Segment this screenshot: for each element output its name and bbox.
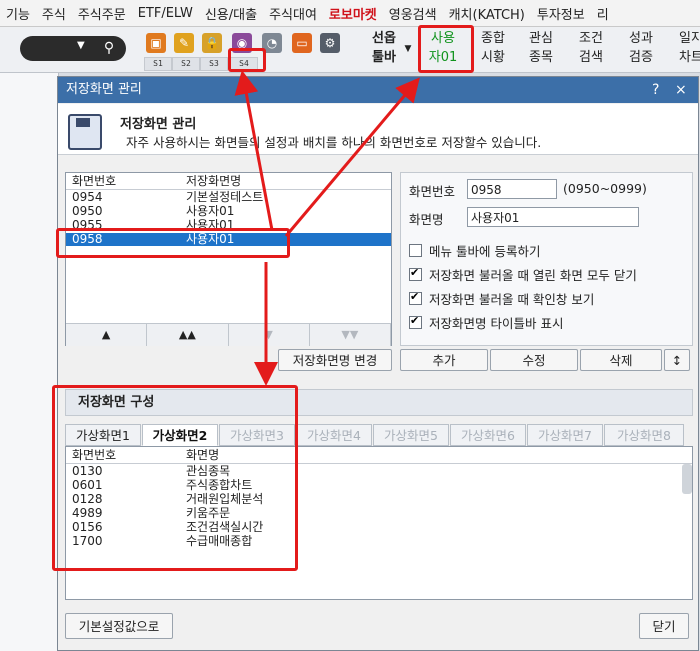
monitor-icon[interactable]: ▭ [292,33,312,53]
dialog-header: 저장화면 관리 자주 사용하시는 화면들의 설정과 배치를 하나의 화면번호로 … [58,104,698,155]
checkbox-checked[interactable] [409,290,422,305]
main-menu-bar: 기능 주식 주식주문 ETF/ELW 신용/대출 주식대여 로보마켓 영웅검색 … [0,0,700,27]
tab-virtual-8[interactable]: 가상화면8 [604,424,684,446]
edit-button[interactable]: 수정 [490,349,578,371]
tab-virtual-6[interactable]: 가상화면6 [450,424,526,446]
checkbox-show-title[interactable]: 저장화면명 타이틀바 표시 [409,313,563,332]
annotation-box-s4 [228,48,266,72]
reset-defaults-button[interactable]: 기본설정값으로 [65,613,173,639]
checkbox-checked[interactable] [409,266,422,281]
screen-name-label: 화면명 [409,212,444,227]
screen-no-label: 화면번호 [409,184,456,199]
brush-icon[interactable]: ✎ [174,33,194,53]
move-down-button[interactable]: ▼ [228,324,310,346]
background-window [0,73,59,651]
add-button[interactable]: 추가 [400,349,488,371]
menu-stock[interactable]: 주식 [36,4,72,23]
reorder-buttons: ▲ ▲▲ ▼ ▼▼ [66,323,391,346]
list-item[interactable]: 0950 사용자01 [66,205,391,218]
toolbar-button-futures[interactable]: 선옵 툴바 [366,29,402,69]
toolbar-button-performance[interactable]: 성과 검증 [622,29,660,69]
slot-s3[interactable]: S3 [200,57,228,71]
list-header: 화면번호 저장화면명 [66,173,391,190]
toolbar-button-watchlist[interactable]: 관심 종목 [522,29,560,69]
toolbar: ▼ ⚲ ▣ ✎ 🔒 ◉ ◔ ▭ ⚙ S1 S2 S3 S4 선옵 툴바 ▼ 사용… [0,27,700,73]
toolbar-button-journal-chart[interactable]: 일지 차트 [672,29,700,69]
screen-name-input[interactable]: 사용자01 [467,207,639,227]
checkbox-show-confirm[interactable]: 저장화면 불러올 때 확인창 보기 [409,289,594,308]
move-top-button[interactable]: ▲▲ [147,324,229,346]
save-icon[interactable]: ▣ [146,33,166,53]
menu-function[interactable]: 기능 [0,4,36,23]
close-button[interactable]: 닫기 [639,613,689,639]
scrollbar[interactable] [682,464,692,494]
checkbox-close-open-screens[interactable]: 저장화면 불러올 때 열린 화면 모두 닫기 [409,265,637,284]
stock-search-box[interactable]: ▼ ⚲ [20,36,126,61]
col-screen-name[interactable]: 저장화면명 [186,173,241,189]
menu-katch[interactable]: 캐치(KATCH) [443,4,531,23]
toolbar-button-market-summary[interactable]: 종합 시황 [474,29,512,69]
move-up-button[interactable]: ▲ [66,324,148,346]
lock-icon[interactable]: 🔒 [202,33,222,53]
tab-virtual-4[interactable]: 가상화면4 [296,424,372,446]
screen-settings-panel: 화면번호 0958 (0950~0999) 화면명 사용자01 메뉴 툴바에 등… [400,172,693,346]
search-icon[interactable]: ⚲ [98,39,120,58]
floppy-disk-icon [68,114,102,150]
header-title: 저장화면 관리 [120,117,197,132]
menu-robo-market[interactable]: 로보마켓 [323,4,383,23]
menu-stock-lending[interactable]: 주식대여 [263,4,323,23]
gear-icon[interactable]: ⚙ [320,33,340,53]
menu-hero-search[interactable]: 영웅검색 [383,4,443,23]
dialog-title: 저장화면 관리 [66,82,142,97]
menu-credit-loan[interactable]: 신용/대출 [199,4,263,23]
screen-no-input[interactable]: 0958 [467,179,557,199]
checkbox-checked[interactable] [409,314,422,329]
annotation-box-selected-row [56,228,290,258]
header-description: 자주 사용하시는 화면들의 설정과 배치를 하나의 화면번호로 저장할수 있습니… [126,135,542,150]
chevron-down-icon[interactable]: ▼ [402,29,414,69]
rename-button[interactable]: 저장화면명 변경 [278,349,392,371]
menu-stock-order[interactable]: 주식주문 [72,4,132,23]
saved-screen-list[interactable]: 화면번호 저장화면명 0954 기본설정테스트 0950 사용자01 0955 … [65,172,392,346]
checkbox-register-toolbar[interactable]: 메뉴 툴바에 등록하기 [409,241,540,260]
screen-no-range: (0950~0999) [563,181,647,196]
delete-button[interactable]: 삭제 [580,349,662,371]
menu-invest-info[interactable]: 투자정보 [531,4,591,23]
tab-virtual-5[interactable]: 가상화면5 [373,424,449,446]
annotation-box-user01 [418,25,474,73]
list-item[interactable]: 0954 기본설정테스트 [66,191,391,204]
help-icon[interactable]: ? [652,77,659,103]
col-screen-no[interactable]: 화면번호 [72,173,116,189]
slot-s1[interactable]: S1 [144,57,172,71]
close-icon[interactable]: × [675,77,687,103]
sort-button[interactable]: ↕ [664,349,690,371]
dropdown-arrow-icon[interactable]: ▼ [77,40,85,51]
move-bottom-button[interactable]: ▼▼ [309,324,391,346]
dialog-title-bar[interactable]: 저장화면 관리 ? × [58,77,698,103]
slot-s2[interactable]: S2 [172,57,200,71]
toolbar-button-condition-search[interactable]: 조건 검색 [572,29,610,69]
tab-virtual-7[interactable]: 가상화면7 [527,424,603,446]
menu-etf-elw[interactable]: ETF/ELW [132,6,199,21]
annotation-box-composition [52,385,298,571]
checkbox[interactable] [409,244,422,257]
menu-more[interactable]: 리 [591,4,615,23]
